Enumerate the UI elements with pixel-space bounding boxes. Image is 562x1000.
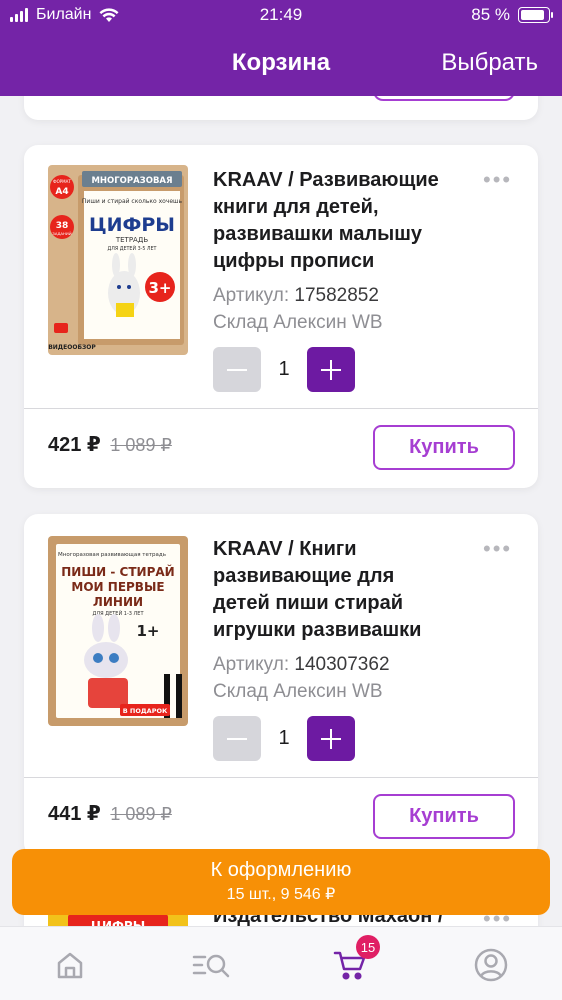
tab-profile[interactable]: [471, 945, 511, 985]
tab-catalog[interactable]: [191, 945, 231, 985]
product-title-line: цифры прописи: [213, 250, 375, 272]
old-price: 1 089 ₽: [110, 435, 172, 455]
select-button[interactable]: Выбрать: [441, 49, 538, 77]
cover-age-line-text: ДЛЯ ДЕТЕЙ 3-5 ЛЕТ: [108, 245, 157, 252]
decrease-quantity-button[interactable]: [213, 347, 261, 392]
article-label: Артикул:: [213, 285, 290, 306]
current-price: 441 ₽: [48, 803, 101, 825]
cover-gift-text: В ПОДАРОК: [123, 707, 168, 715]
quantity-value: 1: [278, 727, 290, 749]
catalog-search-icon: [192, 954, 230, 978]
product-title[interactable]: KRAAV / Развивающие книги для детей, раз…: [213, 167, 463, 275]
plus-icon: [321, 359, 341, 380]
product-title-line: книги для детей,: [213, 196, 379, 218]
quantity-stepper: 1: [213, 716, 355, 761]
checkout-label: К оформлению: [210, 859, 352, 881]
cover-age-text: 1+: [136, 622, 159, 640]
cover-tetrad-text: ТЕТРАДЬ: [115, 236, 148, 244]
increase-quantity-button[interactable]: [307, 716, 355, 761]
home-icon: [57, 952, 83, 979]
battery-block: 85 %: [471, 5, 553, 25]
product-title-line: KRAAV / Книги: [213, 538, 357, 560]
cover-main-line-2: МОИ ПЕРВЫЕ: [71, 580, 164, 594]
status-bar: Билайн 21:49 85 %: [0, 0, 562, 32]
profile-icon: [474, 948, 508, 982]
article-line: Артикул: 17582852: [213, 282, 379, 309]
warehouse-text: Склад Алексин WB: [213, 312, 383, 333]
buy-button[interactable]: Купить: [373, 794, 515, 839]
cover-main-text: ЦИФРЫ: [89, 214, 175, 236]
cover-subtitle-text: Пиши и стирай сколько хочешь: [82, 198, 183, 205]
cover-main-line-1: ПИШИ - СТИРАЙ: [61, 564, 174, 579]
buy-button[interactable]: Купить: [373, 425, 515, 470]
cart-item-card: Многоразовая развивающая тетрадь ПИШИ - …: [24, 514, 538, 857]
old-price: 1 089 ₽: [110, 804, 172, 824]
product-title[interactable]: KRAAV / Книги развивающие для детей пиши…: [213, 536, 463, 644]
product-title-line: игрушки развивашки: [213, 619, 422, 641]
cover-header-text: Многоразовая развивающая тетрадь: [58, 552, 166, 558]
current-price: 421 ₽: [48, 434, 101, 456]
cover-main-line-3: ЛИНИИ: [93, 595, 143, 609]
product-title-line: KRAAV / Развивающие: [213, 169, 439, 191]
app-header: Билайн 21:49 85 % Корзина Выбрать: [0, 0, 562, 96]
checkout-button[interactable]: К оформлению 15 шт., 9 546 ₽: [12, 849, 550, 915]
cover-ribbon-text: МНОГОРАЗОВАЯ: [91, 176, 172, 186]
cover-count-label: ЗАДАНИЙ: [52, 231, 71, 236]
cover-age-text: 3+: [148, 279, 171, 297]
quantity-value: 1: [278, 358, 290, 380]
card-divider: [24, 777, 538, 778]
decrease-quantity-button[interactable]: [213, 716, 261, 761]
more-options-icon[interactable]: •••: [483, 536, 512, 562]
tab-cart[interactable]: 15: [330, 935, 380, 985]
cover-format-label: ФОРМАТ: [53, 179, 71, 184]
minus-icon: [227, 737, 247, 740]
warehouse-text: Склад Алексин WB: [213, 681, 383, 702]
cover-video-label: ВИДЕООБЗОР: [48, 344, 96, 351]
cover-format-value: А4: [55, 187, 68, 197]
product-title-line: развивашки малышу: [213, 223, 423, 245]
quantity-stepper: 1: [213, 347, 355, 392]
cart-item-card: МНОГОРАЗОВАЯ Пиши и стирай сколько хочеш…: [24, 145, 538, 488]
cart-count-badge: 15: [356, 935, 380, 959]
more-options-icon[interactable]: •••: [483, 167, 512, 193]
tab-home[interactable]: [50, 945, 90, 985]
article-number: 17582852: [294, 285, 379, 306]
card-divider: [24, 408, 538, 409]
price-block: 441 ₽ 1 089 ₽: [48, 801, 172, 826]
product-title-line: детей пиши стирай: [213, 592, 404, 614]
plus-icon: [321, 728, 341, 749]
cover-count-value: 38: [56, 221, 69, 231]
article-line: Артикул: 140307362: [213, 651, 390, 678]
bottom-tab-bar: 15: [0, 926, 562, 1000]
battery-percent: 85 %: [471, 5, 510, 24]
article-label: Артикул:: [213, 654, 290, 675]
minus-icon: [227, 368, 247, 371]
increase-quantity-button[interactable]: [307, 347, 355, 392]
battery-icon: [518, 7, 553, 23]
checkout-summary: 15 шт., 9 546 ₽: [226, 886, 336, 903]
product-image[interactable]: МНОГОРАЗОВАЯ Пиши и стирай сколько хочеш…: [48, 165, 188, 355]
product-image[interactable]: Многоразовая развивающая тетрадь ПИШИ - …: [48, 536, 188, 726]
article-number: 140307362: [294, 654, 390, 675]
product-title-line: развивающие для: [213, 565, 395, 587]
price-block: 421 ₽ 1 089 ₽: [48, 432, 172, 457]
